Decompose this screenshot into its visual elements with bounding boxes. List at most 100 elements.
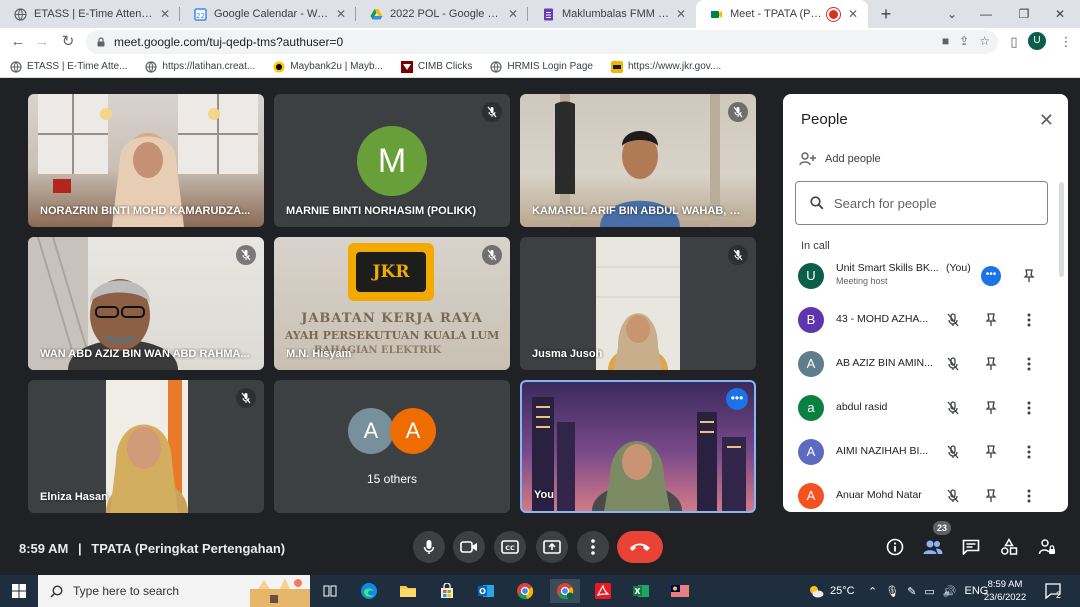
microphone-button[interactable] xyxy=(413,531,445,563)
volume-icon[interactable]: 🔊 xyxy=(943,585,957,598)
bookmark-maybank[interactable]: Maybank2u | Mayb... xyxy=(273,61,383,73)
close-icon[interactable]: ✕ xyxy=(848,7,858,21)
taskbar-search-box[interactable]: Type here to search xyxy=(38,575,310,607)
reload-button[interactable]: ↻ xyxy=(58,32,78,52)
participant-row[interactable]: B 43 - MOHD AZHA... xyxy=(783,298,1068,342)
pin-icon[interactable] xyxy=(981,354,1001,374)
flag-app-icon[interactable] xyxy=(668,579,692,603)
more-vert-icon[interactable] xyxy=(1019,442,1039,462)
more-options-button[interactable] xyxy=(577,531,609,563)
bookmark-star-icon[interactable]: ☆ xyxy=(979,34,990,48)
more-options-icon[interactable]: ••• xyxy=(726,388,748,410)
people-button[interactable] xyxy=(921,535,945,559)
present-now-button[interactable] xyxy=(536,531,568,563)
camera-icon[interactable]: ■ xyxy=(942,34,949,48)
more-vert-icon[interactable] xyxy=(1019,486,1039,506)
mic-off-icon[interactable] xyxy=(943,310,963,330)
taskbar-clock[interactable]: 8:59 AM 23/6/2022 xyxy=(980,578,1030,604)
tab-google-calendar[interactable]: 22 Google Calendar - Week of J... ✕ xyxy=(180,0,356,28)
minimize-button[interactable]: — xyxy=(966,0,1006,28)
edge-icon[interactable] xyxy=(357,579,381,603)
search-people-field[interactable] xyxy=(795,181,1048,225)
acrobat-icon[interactable] xyxy=(591,579,615,603)
close-panel-button[interactable]: ✕ xyxy=(1039,111,1054,129)
forward-button[interactable]: → xyxy=(32,32,52,52)
close-window-button[interactable]: ✕ xyxy=(1040,0,1080,28)
close-icon[interactable]: ✕ xyxy=(336,7,346,21)
mic-off-icon[interactable] xyxy=(943,354,963,374)
notifications-button[interactable]: 2 xyxy=(1044,575,1061,607)
host-controls-button[interactable] xyxy=(1035,535,1059,559)
share-icon[interactable]: ⇪ xyxy=(959,34,969,48)
bookmark-cimb[interactable]: CIMB Clicks xyxy=(400,60,472,73)
weather-widget[interactable]: 25°C xyxy=(808,575,855,607)
chat-button[interactable] xyxy=(959,535,983,559)
video-tile-jusma[interactable]: Jusma Jusoh xyxy=(520,237,756,370)
back-button[interactable]: ← xyxy=(8,32,28,52)
pin-icon[interactable] xyxy=(981,310,1001,330)
file-explorer-icon[interactable] xyxy=(396,579,420,603)
address-bar[interactable]: meet.google.com/tuj-qedp-tms?authuser=0 … xyxy=(86,30,998,54)
restore-button[interactable]: ❐ xyxy=(1004,0,1044,28)
start-button[interactable] xyxy=(0,575,38,607)
tab-maklumbalas[interactable]: Maklumbalas FMM - Google... ✕ xyxy=(528,0,696,28)
close-icon[interactable]: ✕ xyxy=(160,7,170,21)
store-icon[interactable] xyxy=(435,579,459,603)
excel-icon[interactable]: X xyxy=(629,579,653,603)
chevron-up-icon[interactable]: ⌃ xyxy=(868,585,877,598)
activities-button[interactable] xyxy=(997,535,1021,559)
bookmark-etass[interactable]: ETASS | E-Time Atte... xyxy=(10,60,127,73)
chrome-profile-icon[interactable] xyxy=(550,579,580,603)
leave-call-button[interactable] xyxy=(617,531,663,563)
tab-meet-active[interactable]: Meet - TPATA (Peringkat ... ✕ xyxy=(696,0,868,28)
menu-kebab-icon[interactable]: ⋮ xyxy=(1056,32,1076,52)
new-tab-button[interactable]: + xyxy=(876,4,896,24)
side-panel-icon[interactable]: ▯ xyxy=(1004,32,1024,52)
mic-off-icon[interactable] xyxy=(943,398,963,418)
profile-avatar[interactable]: U xyxy=(1028,32,1046,50)
more-vert-icon[interactable] xyxy=(1019,398,1039,418)
task-view-icon[interactable] xyxy=(318,579,342,603)
more-options-icon[interactable]: ••• xyxy=(981,266,1001,286)
pin-icon[interactable] xyxy=(981,442,1001,462)
participant-row[interactable]: A AB AZIZ BIN AMIN... xyxy=(783,342,1068,386)
video-tile-norazrin[interactable]: NORAZRIN BINTI MOHD KAMARUDZA... xyxy=(28,94,264,227)
network-icon[interactable]: ▭ xyxy=(924,585,934,598)
bookmark-hrmis[interactable]: HRMIS Login Page xyxy=(490,60,593,73)
search-people-input[interactable] xyxy=(834,195,1024,211)
close-icon[interactable]: ✕ xyxy=(508,7,518,21)
meeting-details-button[interactable] xyxy=(883,535,907,559)
participant-row[interactable]: A AIMI NAZIHAH BI... xyxy=(783,430,1068,474)
more-vert-icon[interactable] xyxy=(1019,310,1039,330)
captions-button[interactable]: CC xyxy=(494,531,526,563)
add-people-button[interactable]: Add people xyxy=(799,152,881,166)
bookmark-latihan[interactable]: https://latihan.creat... xyxy=(145,60,255,73)
tab-google-drive[interactable]: 2022 POL - Google Drive ✕ xyxy=(356,0,528,28)
pin-icon[interactable] xyxy=(981,486,1001,506)
video-tile-kamarul[interactable]: KAMARUL ARIF BIN ABDUL WAHAB, SR... xyxy=(520,94,756,227)
participant-row[interactable]: A Anuar Mohd Natar xyxy=(783,474,1068,512)
video-tile-others[interactable]: A A 15 others xyxy=(274,380,510,513)
tab-etass[interactable]: ETASS | E-Time Attendance & ... ✕ xyxy=(0,0,180,28)
video-tile-wan-abd-aziz[interactable]: WAN ABD AZIZ BIN WAN ABD RAHMA... xyxy=(28,237,264,370)
chrome-icon[interactable] xyxy=(513,579,537,603)
outlook-icon[interactable]: O xyxy=(474,579,498,603)
you-label: (You) xyxy=(946,262,971,274)
participant-row[interactable]: U Unit Smart Skills BK... (You) Meeting … xyxy=(783,254,1068,298)
close-icon[interactable]: ✕ xyxy=(676,7,686,21)
video-tile-mn-hisyam[interactable]: JKR JABATAN KERJA RAYA AYAH PERSEKUTUAN … xyxy=(274,237,510,370)
captions-icon: CC xyxy=(501,540,519,554)
mic-off-icon[interactable] xyxy=(943,442,963,462)
pen-icon[interactable]: ✎ xyxy=(907,585,916,598)
video-tile-self[interactable]: ••• You xyxy=(520,380,756,513)
more-vert-icon[interactable] xyxy=(1019,354,1039,374)
microphone-tray-icon[interactable]: 🎙 xyxy=(885,585,899,598)
camera-button[interactable] xyxy=(453,531,485,563)
video-tile-elniza[interactable]: Elniza Hasan xyxy=(28,380,264,513)
mic-off-icon[interactable] xyxy=(943,486,963,506)
pin-icon[interactable] xyxy=(1019,266,1039,286)
pin-icon[interactable] xyxy=(981,398,1001,418)
bookmark-jkr[interactable]: https://www.jkr.gov.... xyxy=(610,60,721,73)
video-tile-marnie[interactable]: M MARNIE BINTI NORHASIM (POLIKK) xyxy=(274,94,510,227)
participant-row[interactable]: a abdul rasid xyxy=(783,386,1068,430)
